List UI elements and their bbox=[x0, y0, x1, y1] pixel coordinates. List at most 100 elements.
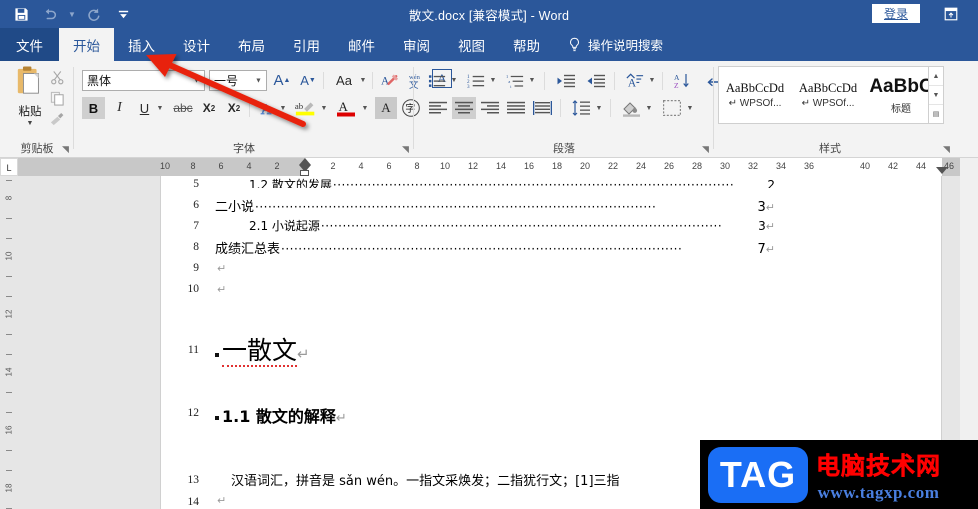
right-indent-marker[interactable] bbox=[936, 167, 948, 174]
clipboard-dialog-launcher[interactable]: ◥ bbox=[60, 144, 71, 155]
bullets-dropdown-icon[interactable]: ▼ bbox=[449, 70, 459, 91]
styles-scroll-up-button[interactable]: ▲ bbox=[929, 67, 943, 86]
font-name-value: 黑体 bbox=[87, 74, 112, 88]
toc-entry[interactable]: 成绩汇总表 ··································… bbox=[215, 238, 775, 257]
toc-leader-dots: ········································… bbox=[320, 219, 723, 233]
tell-me-search[interactable]: 操作说明搜索 bbox=[554, 28, 663, 61]
heading-level-2[interactable]: 1.1 散文的解释↵ bbox=[215, 403, 347, 427]
sort-icon[interactable]: A bbox=[622, 70, 646, 91]
distribute-icon[interactable] bbox=[530, 97, 554, 119]
tab-view[interactable]: 视图 bbox=[444, 28, 499, 61]
strikethrough-button[interactable]: abc bbox=[170, 97, 196, 119]
format-painter-icon[interactable] bbox=[46, 109, 68, 129]
tab-file[interactable]: 文件 bbox=[0, 28, 59, 61]
shading-dropdown-icon[interactable]: ▼ bbox=[644, 97, 654, 119]
scissors-icon[interactable] bbox=[46, 67, 68, 87]
subscript-button[interactable]: X2 bbox=[198, 97, 220, 119]
ruler-tick: 26 bbox=[663, 161, 675, 171]
change-case-dropdown-icon[interactable]: ▼ bbox=[358, 70, 368, 91]
underline-button[interactable]: U bbox=[134, 97, 155, 119]
paragraph-dialog-launcher[interactable]: ◥ bbox=[700, 144, 711, 155]
font-name-combo[interactable]: 黑体 ▼ bbox=[82, 70, 205, 91]
sign-in-button[interactable]: 登录 bbox=[871, 4, 920, 23]
change-case-button[interactable]: Aa bbox=[330, 70, 358, 91]
font-size-combo[interactable]: 一号 ▼ bbox=[209, 70, 267, 91]
align-left-icon[interactable] bbox=[426, 97, 450, 119]
align-right-icon[interactable] bbox=[478, 97, 502, 119]
ribbon-display-options-icon[interactable] bbox=[942, 5, 960, 23]
paragraph-mark: ↵ bbox=[335, 411, 347, 426]
font-color-icon[interactable]: A bbox=[334, 97, 358, 119]
chevron-down-icon: ▼ bbox=[193, 77, 200, 84]
shading-icon[interactable] bbox=[619, 97, 643, 119]
italic-button[interactable]: I bbox=[108, 97, 131, 119]
tab-insert[interactable]: 插入 bbox=[114, 28, 169, 61]
increase-indent-icon[interactable] bbox=[584, 70, 608, 91]
ruler-text-area bbox=[305, 158, 942, 176]
decrease-indent-icon[interactable] bbox=[554, 70, 578, 91]
text-effects-icon[interactable]: A bbox=[256, 97, 278, 119]
toc-entry[interactable]: 二小说 ····································… bbox=[215, 196, 775, 215]
tab-help[interactable]: 帮助 bbox=[499, 28, 554, 61]
text-effects-dropdown-icon[interactable]: ▼ bbox=[278, 97, 288, 119]
copy-icon[interactable] bbox=[46, 88, 68, 108]
vertical-ruler[interactable]: 8 10 12 14 16 18 bbox=[0, 176, 18, 509]
numbering-icon[interactable]: 123 bbox=[465, 70, 487, 91]
underline-dropdown-icon[interactable]: ▼ bbox=[155, 97, 165, 119]
superscript-button[interactable]: X2 bbox=[223, 97, 245, 119]
svg-text:ab: ab bbox=[295, 101, 304, 111]
tab-layout[interactable]: 布局 bbox=[224, 28, 279, 61]
heading-level-1[interactable]: 一散文↵ bbox=[215, 331, 310, 367]
align-center-icon[interactable] bbox=[452, 97, 476, 119]
style-preview: AaBbCcDd bbox=[798, 81, 858, 95]
style-item[interactable]: AaBbCcDd ↵ WPSOf... bbox=[792, 67, 865, 123]
styles-dialog-launcher[interactable]: ◥ bbox=[941, 144, 952, 155]
numbering-dropdown-icon[interactable]: ▼ bbox=[488, 70, 498, 91]
ruler-tick: 28 bbox=[691, 161, 703, 171]
vruler-tick: 14 bbox=[4, 367, 14, 377]
sort-dropdown-icon[interactable]: ▼ bbox=[647, 70, 657, 91]
grow-font-button[interactable]: A ▲ bbox=[271, 70, 293, 91]
tab-design[interactable]: 设计 bbox=[169, 28, 224, 61]
style-preview: AaBbCcDd bbox=[725, 81, 785, 95]
first-line-indent-marker[interactable] bbox=[299, 158, 311, 165]
character-shading-button[interactable]: A bbox=[375, 97, 397, 119]
body-paragraph[interactable]: 汉语词汇，拼音是 sǎn wén。一指文采焕发；二指犹行文；[1]三指 bbox=[231, 470, 620, 489]
toc-entry[interactable]: 2.1 小说起源 ·······························… bbox=[215, 217, 775, 234]
tab-stop-selector[interactable]: L bbox=[0, 158, 18, 176]
font-size-value: 一号 bbox=[214, 74, 239, 88]
clear-formatting-icon[interactable]: A bbox=[379, 70, 401, 91]
bold-button[interactable]: B bbox=[82, 97, 105, 119]
highlight-icon[interactable]: ab bbox=[293, 97, 319, 119]
style-preview: AaBbC bbox=[869, 75, 933, 97]
borders-icon[interactable] bbox=[660, 97, 684, 119]
toc-entry-partial[interactable]: 1.2 散文的发展 ······························… bbox=[215, 176, 775, 188]
line-spacing-icon[interactable] bbox=[569, 97, 593, 119]
borders-dropdown-icon[interactable]: ▼ bbox=[685, 97, 695, 119]
vruler-tick: 18 bbox=[4, 483, 14, 493]
tab-references[interactable]: 引用 bbox=[279, 28, 334, 61]
multilevel-list-icon[interactable]: 1ai bbox=[504, 70, 526, 91]
justify-icon[interactable] bbox=[504, 97, 528, 119]
vruler-tick: 12 bbox=[4, 309, 14, 319]
font-color-dropdown-icon[interactable]: ▼ bbox=[360, 97, 370, 119]
horizontal-ruler[interactable]: 10 8 6 4 2 2 4 6 8 10 12 14 16 18 20 22 … bbox=[18, 158, 960, 176]
style-item[interactable]: AaBbCcDd ↵ WPSOf... bbox=[719, 67, 792, 123]
shrink-font-button[interactable]: A ▼ bbox=[297, 70, 319, 91]
az-sort-icon[interactable]: AZ bbox=[670, 70, 694, 91]
bullets-icon[interactable] bbox=[426, 70, 448, 91]
paste-dropdown-icon[interactable]: ▼ bbox=[27, 120, 34, 127]
multilevel-list-dropdown-icon[interactable]: ▼ bbox=[527, 70, 537, 91]
styles-scroll-down-button[interactable]: ▼ bbox=[929, 86, 943, 105]
font-dialog-launcher[interactable]: ◥ bbox=[400, 144, 411, 155]
tab-review[interactable]: 审阅 bbox=[389, 28, 444, 61]
ruler-tick: 4 bbox=[358, 161, 364, 171]
toc-page: 2 bbox=[767, 178, 775, 188]
tab-mailings[interactable]: 邮件 bbox=[334, 28, 389, 61]
styles-gallery[interactable]: AaBbCcDd ↵ WPSOf... AaBbCcDd ↵ WPSOf... … bbox=[718, 66, 944, 124]
highlight-dropdown-icon[interactable]: ▼ bbox=[319, 97, 329, 119]
svg-text:A: A bbox=[627, 78, 636, 89]
styles-more-button[interactable]: ▤ bbox=[929, 105, 943, 123]
line-spacing-dropdown-icon[interactable]: ▼ bbox=[594, 97, 604, 119]
tab-home[interactable]: 开始 bbox=[59, 28, 114, 61]
